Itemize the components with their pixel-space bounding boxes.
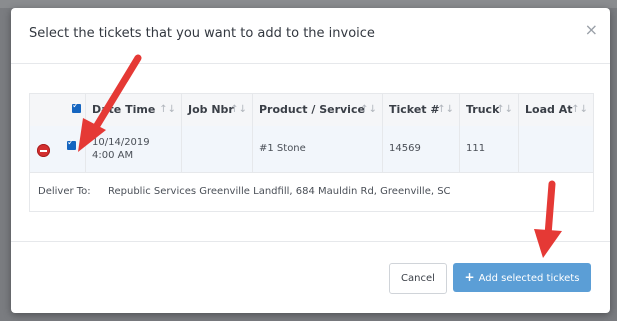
close-icon[interactable]: × — [585, 20, 598, 39]
table-header: Date Time ↑↓ Job Nbr ↑↓ Product / Servic… — [30, 94, 593, 127]
modal-footer: Cancel + Add selected tickets — [11, 241, 610, 314]
modal-header: Select the tickets that you want to add … — [11, 8, 610, 64]
cell-load-at — [518, 126, 593, 172]
sort-icon[interactable]: ↑↓ — [159, 94, 176, 126]
cell-ticket: 14569 — [382, 126, 459, 172]
sort-icon[interactable]: ↑↓ — [571, 94, 588, 126]
column-header-date-time[interactable]: Date Time ↑↓ — [85, 94, 181, 126]
cell-job-nbr — [181, 126, 252, 172]
table-row[interactable]: 10/14/2019 4:00 AM #1 Stone 14569 111 — [30, 126, 593, 173]
row-date: 10/14/2019 — [92, 137, 150, 148]
deliver-to-address: Republic Services Greenville Landfill, 6… — [108, 186, 451, 197]
tickets-table: Date Time ↑↓ Job Nbr ↑↓ Product / Servic… — [29, 93, 594, 212]
row-time: 4:00 AM — [92, 150, 134, 161]
sort-icon[interactable]: ↑↓ — [360, 94, 377, 126]
cell-truck: 111 — [459, 126, 518, 172]
sort-icon[interactable]: ↑↓ — [437, 94, 454, 126]
add-selected-tickets-button[interactable]: + Add selected tickets — [453, 263, 591, 292]
page-backdrop — [0, 0, 617, 8]
column-header-truck[interactable]: Truck ↑↓ — [459, 94, 518, 126]
sort-icon[interactable]: ↑↓ — [230, 94, 247, 126]
cell-date-time: 10/14/2019 4:00 AM — [85, 126, 181, 172]
column-header-product-service[interactable]: Product / Service ↑↓ — [252, 94, 382, 126]
column-header-ticket[interactable]: Ticket # ↑↓ — [382, 94, 459, 126]
modal-title: Select the tickets that you want to add … — [29, 26, 375, 41]
cell-product: #1 Stone — [252, 126, 382, 172]
add-selected-tickets-label: Add selected tickets — [478, 273, 580, 284]
remove-row-icon[interactable] — [37, 144, 50, 157]
select-tickets-modal: Select the tickets that you want to add … — [11, 8, 610, 313]
sort-icon[interactable]: ↑↓ — [496, 94, 513, 126]
deliver-to-label: Deliver To: — [38, 186, 91, 197]
column-header-job-nbr[interactable]: Job Nbr ↑↓ — [181, 94, 252, 126]
cancel-button[interactable]: Cancel — [389, 263, 447, 294]
row-checkbox[interactable] — [67, 138, 76, 150]
deliver-to-row: Deliver To: Republic Services Greenville… — [30, 172, 593, 211]
plus-icon: + — [464, 270, 475, 284]
column-header-load-at[interactable]: Load At ↑↓ — [518, 94, 593, 126]
select-all-checkbox[interactable] — [72, 101, 81, 113]
